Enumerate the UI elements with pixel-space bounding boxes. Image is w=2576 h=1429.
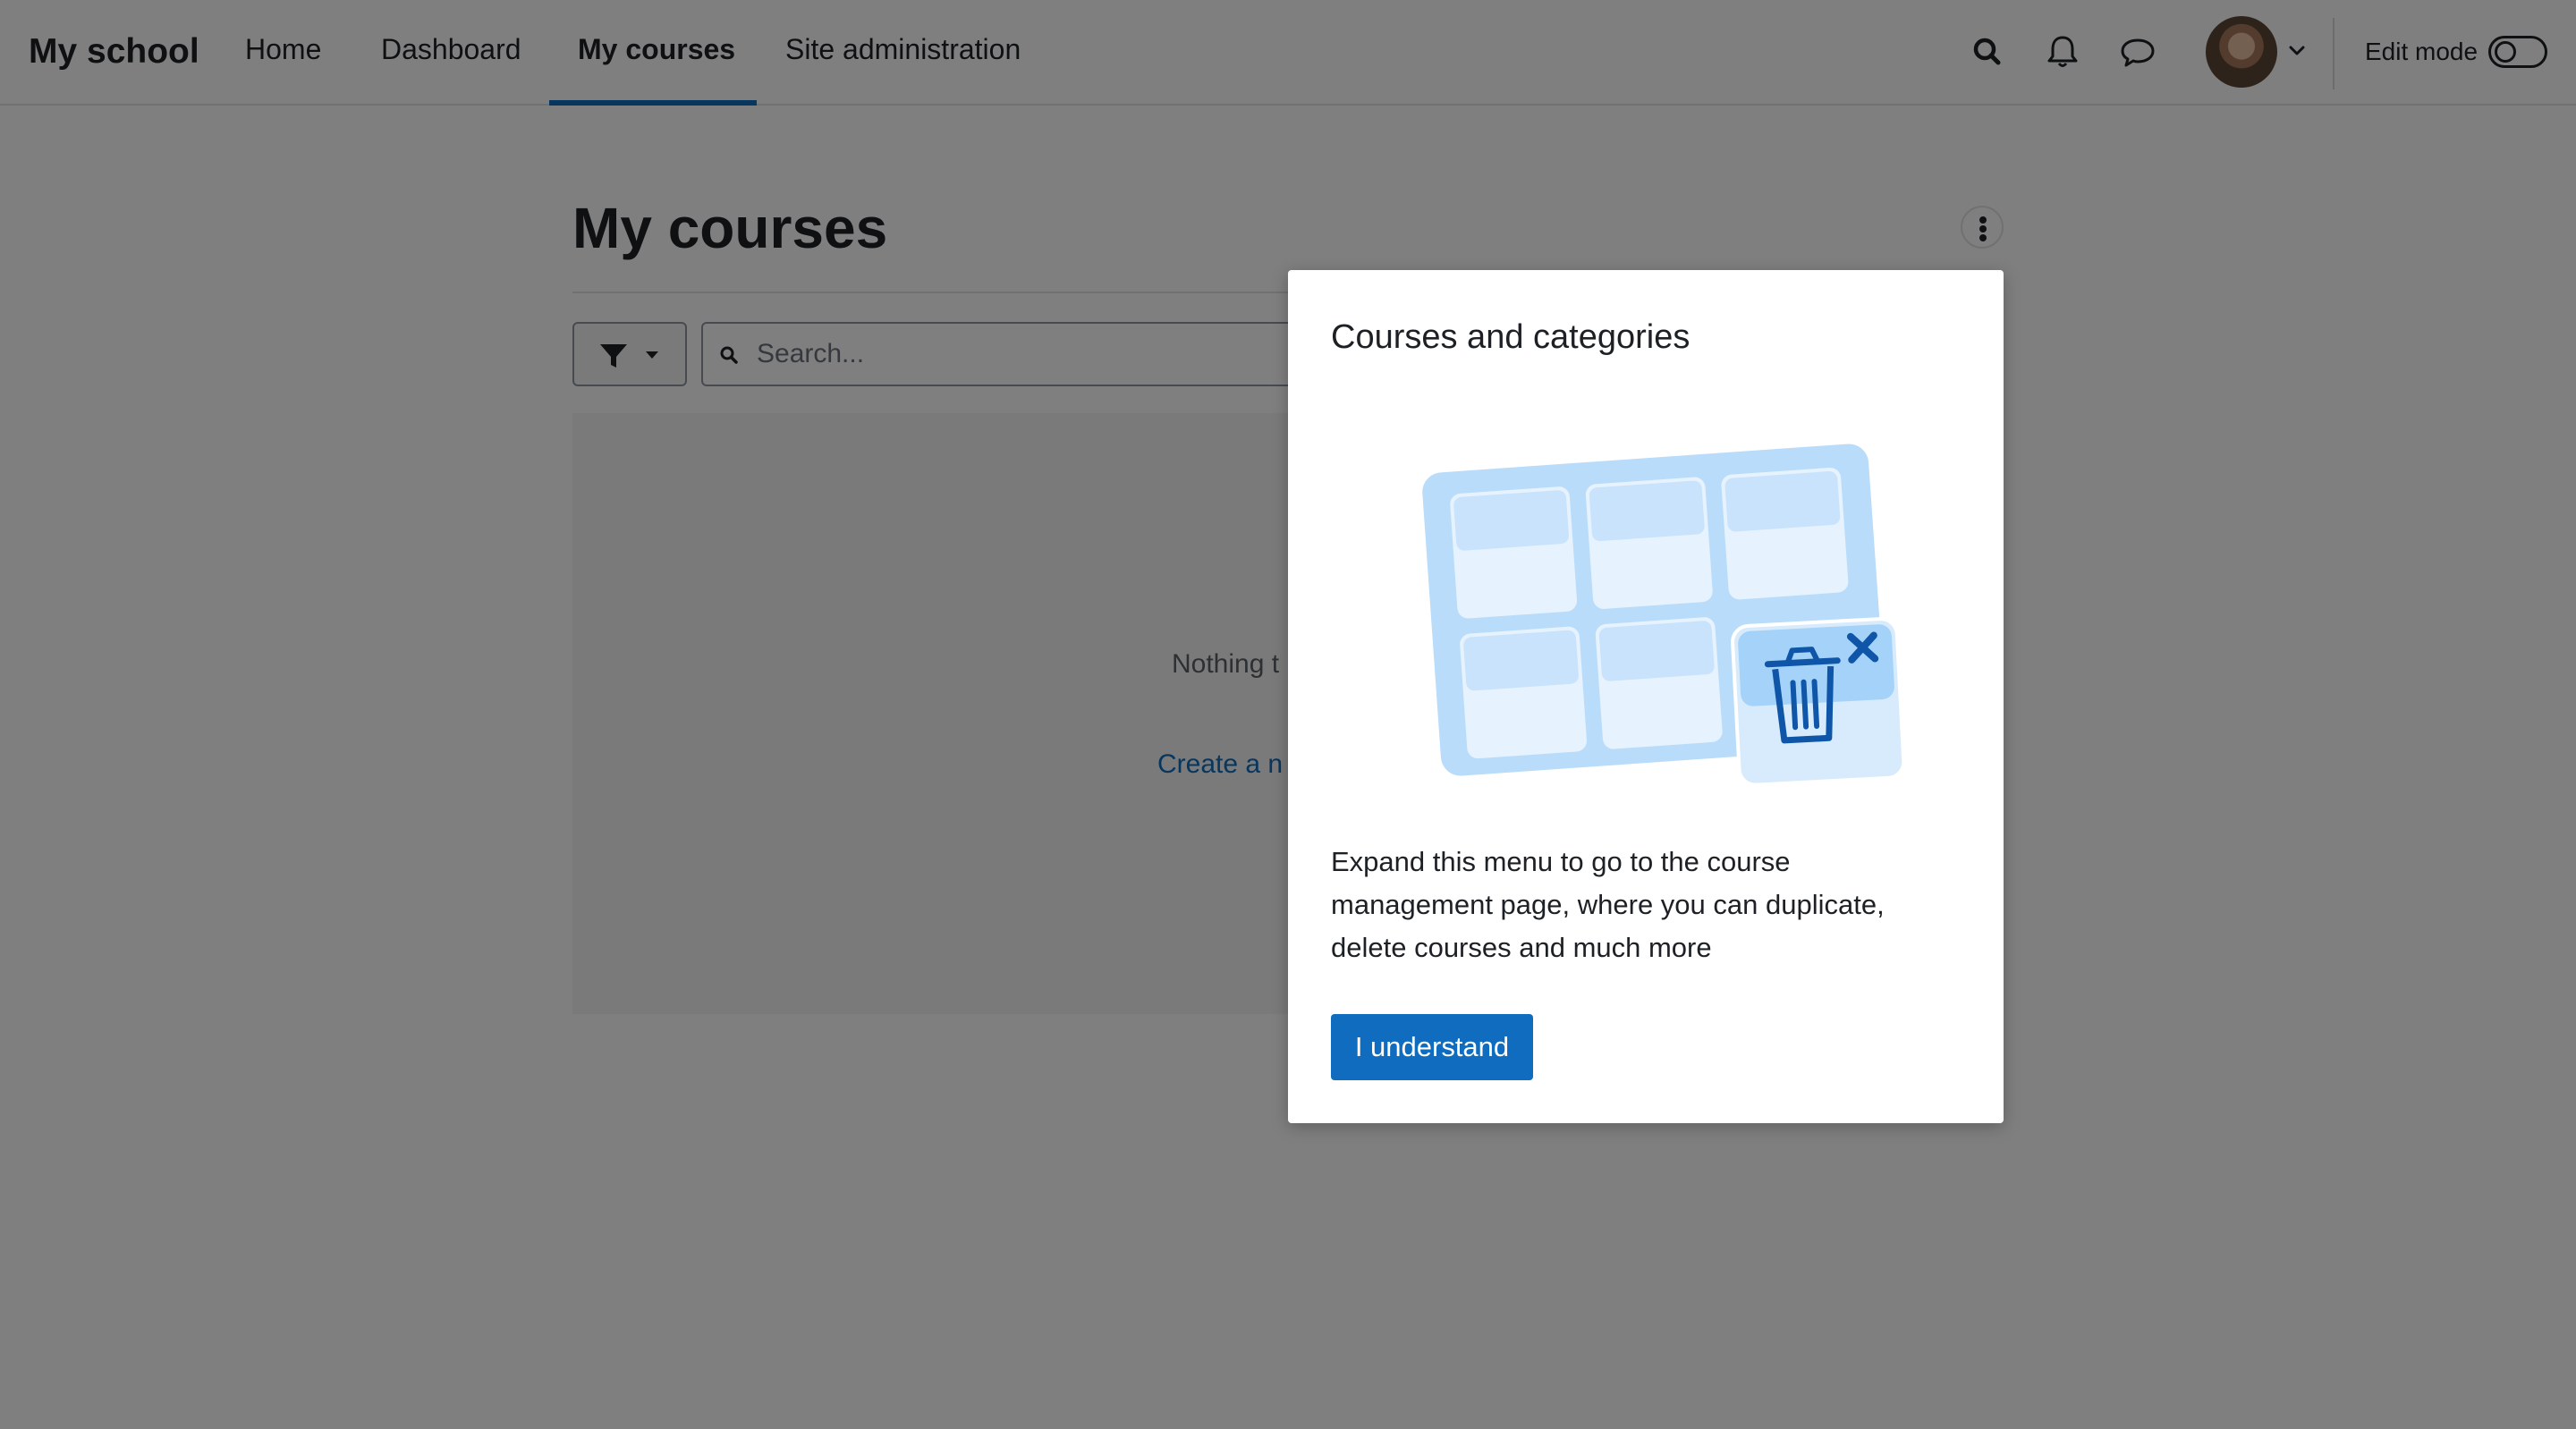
popover-body-line: Expand this menu to go to the course <box>1331 846 1791 877</box>
popover-body-line: delete courses and much more <box>1331 932 1712 963</box>
popover-body-line: management page, where you can duplicate… <box>1331 889 1885 920</box>
user-tour-popover: Courses and categories Expand this menu … <box>1288 270 2004 1123</box>
popover-body: Expand this menu to go to the course man… <box>1331 841 1957 969</box>
courses-categories-illustration <box>1422 444 1906 787</box>
popover-title: Courses and categories <box>1331 318 1690 356</box>
i-understand-button[interactable]: I understand <box>1331 1014 1533 1080</box>
